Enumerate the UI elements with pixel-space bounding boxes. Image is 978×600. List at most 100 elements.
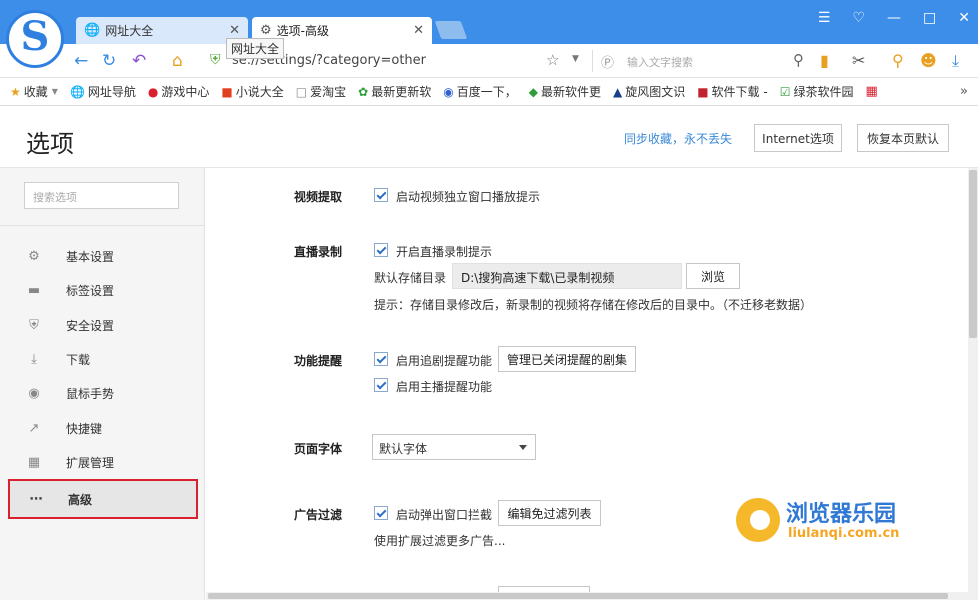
book-icon: ■ <box>221 84 233 99</box>
apps-icon[interactable]: ▦ <box>865 84 877 99</box>
sidebar-item-extensions[interactable]: ▦ 扩展管理 <box>8 445 198 479</box>
new-tab-button[interactable] <box>434 21 468 39</box>
bookmark-item[interactable]: ● 游戏中心 <box>148 83 210 100</box>
sidebar-search-input[interactable]: 搜索选项 <box>24 182 179 209</box>
live-record-checkbox[interactable] <box>374 243 388 257</box>
bookmark-label: 网址导航 <box>87 85 136 99</box>
watermark-logo-icon <box>736 498 780 542</box>
streamer-reminder-checkbox[interactable] <box>374 378 388 392</box>
sidebar-item-label: 鼠标手势 <box>66 386 115 401</box>
bookmark-label: 最新更新软 <box>371 85 432 99</box>
checkbox-label: 启动弹出窗口拦截 <box>396 508 493 522</box>
scrollbar-thumb[interactable] <box>208 593 948 599</box>
vertical-scrollbar[interactable] <box>968 168 978 592</box>
sidebar: 搜索选项 ⚙ 基本设置 ▬ 标签设置 ⛨ 安全设置 ⤓ 下载 ◉ 鼠标手势 ↗ … <box>0 168 205 600</box>
bookmark-label: 最新软件更 <box>540 85 601 99</box>
refresh-icon[interactable]: ↻ <box>102 51 116 71</box>
internet-options-button[interactable]: Internet选项 <box>754 124 842 152</box>
tab-icon: ▬ <box>27 282 41 298</box>
storage-dir-input[interactable]: D:\搜狗高速下载\已录制视频 <box>452 263 682 289</box>
bird-icon: ▲ <box>612 84 623 99</box>
scrollbar-thumb[interactable] <box>969 170 977 338</box>
gear-icon: ⚙ <box>28 248 40 264</box>
sidebar-item-tabs[interactable]: ▬ 标签设置 <box>8 273 198 307</box>
bookmark-item[interactable]: ■ 小说大全 <box>221 83 283 100</box>
paw-icon: ◉ <box>443 84 454 99</box>
bookmark-item[interactable]: □ 爱淘宝 <box>296 83 346 100</box>
search-icon[interactable]: ⚲ <box>793 51 804 69</box>
bookmark-item[interactable]: ■ 软件下载 - <box>697 83 768 100</box>
sidebar-item-mouse-gestures[interactable]: ◉ 鼠标手势 <box>8 376 198 410</box>
notebook-icon[interactable]: ▮ <box>820 51 829 70</box>
download-icon[interactable]: ⤓ <box>952 51 959 71</box>
sidebar-item-basic[interactable]: ⚙ 基本设置 <box>8 239 198 273</box>
horizontal-scrollbar[interactable] <box>206 592 978 600</box>
sidebar-item-download[interactable]: ⤓ 下载 <box>8 342 198 376</box>
checkbox-label: 启动视频独立窗口播放提示 <box>396 190 541 204</box>
restore-defaults-button[interactable]: 恢复本页默认 <box>857 124 949 152</box>
grid-icon: ▦ <box>27 454 41 470</box>
edit-whitelist-button[interactable]: 编辑免过滤列表 <box>498 500 601 526</box>
close-icon[interactable]: ✕ <box>229 23 240 38</box>
sidebar-item-label: 高级 <box>68 492 93 507</box>
b3-icon: ■ <box>697 84 709 99</box>
checkbox-label: 启用追剧提醒功能 <box>396 354 493 368</box>
shield-icon: ⛨ <box>210 52 221 68</box>
bookmark-label: 旋风图文识 <box>625 85 686 99</box>
storage-dir-label: 默认存储目录 <box>374 271 447 285</box>
chevron-down-icon[interactable]: ▼ <box>572 54 579 64</box>
smile-icon[interactable]: ☻ <box>920 51 937 70</box>
leaf-icon: ✿ <box>358 84 369 99</box>
bookmark-item[interactable]: ▲ 旋风图文识 <box>613 83 685 100</box>
drama-reminder-checkbox[interactable] <box>374 352 388 366</box>
bookmark-item[interactable]: ✿ 最新更新软 <box>358 83 431 100</box>
search-box[interactable]: Ⓟ 输入文字搜索 ⚲ <box>592 50 806 72</box>
bookmark-favorites[interactable]: ★ 收藏 ▼ <box>10 83 58 100</box>
sync-link[interactable]: 同步收藏，永不丢失 <box>624 130 732 147</box>
close-icon[interactable]: ✕ <box>413 23 424 38</box>
sidebar-item-shortcuts[interactable]: ↗ 快捷键 <box>8 411 198 445</box>
browser-logo[interactable]: S <box>6 10 64 68</box>
scissors-icon[interactable]: ✂ <box>852 51 865 70</box>
tab-tooltip: 网址大全 <box>226 38 285 59</box>
menu-icon[interactable]: ☰ <box>818 10 831 26</box>
browse-button[interactable]: 浏览 <box>686 263 740 289</box>
maximize-icon[interactable]: □ <box>923 10 936 26</box>
bookmark-item[interactable]: ◆ 最新软件更 <box>529 83 601 100</box>
skin-icon[interactable]: ♡ <box>852 10 865 26</box>
bookmark-label: 爱淘宝 <box>310 85 347 99</box>
bookmark-label: 收藏 <box>23 85 48 99</box>
sidebar-item-security[interactable]: ⛨ 安全设置 <box>8 308 198 342</box>
home-icon[interactable]: ⌂ <box>172 51 183 71</box>
chevron-down-icon: ▼ <box>51 87 58 96</box>
section-label-video: 视频提取 <box>294 190 343 204</box>
mouse-icon: ◉ <box>28 385 40 401</box>
page-icon: □ <box>295 84 308 99</box>
star-icon[interactable]: ☆ <box>546 51 559 69</box>
key-icon[interactable]: ⚲ <box>892 51 904 70</box>
shield-icon: ⛨ <box>29 317 39 333</box>
more-bookmarks-icon[interactable]: » <box>960 84 968 99</box>
section-label-font: 页面字体 <box>294 442 343 456</box>
sidebar-item-advanced[interactable]: ⋯ 高级 <box>8 479 198 519</box>
back-icon[interactable]: ← <box>74 51 88 71</box>
bookmark-item[interactable]: ◉ 百度一下， <box>443 83 517 100</box>
bookmark-item[interactable]: ☑ 绿茶软件园 <box>780 83 854 100</box>
gear-icon: ⚙ <box>260 23 272 38</box>
close-window-icon[interactable]: ✕ <box>958 10 970 26</box>
adblock-note: 使用扩展过滤更多广告... <box>374 534 506 548</box>
shortcut-icon: ↗ <box>28 420 40 436</box>
undo-icon[interactable]: ↶ <box>132 51 146 71</box>
minimize-icon[interactable]: — <box>887 10 901 26</box>
section-label-reminder: 功能提醒 <box>294 354 343 368</box>
video-popup-checkbox[interactable] <box>374 188 388 202</box>
tab-url-directory[interactable]: 🌐 网址大全 ✕ <box>76 17 248 44</box>
search-input[interactable]: 输入文字搜索 <box>627 54 693 70</box>
bookmark-item[interactable]: 🌐 网址导航 <box>70 83 136 100</box>
font-select[interactable]: 默认字体 <box>372 434 536 460</box>
section-label-adblock: 广告过滤 <box>294 508 343 522</box>
popup-block-checkbox[interactable] <box>374 506 388 520</box>
search-engine-icon[interactable]: Ⓟ <box>601 52 614 71</box>
manage-closed-reminders-button[interactable]: 管理已关闭提醒的剧集 <box>498 346 636 372</box>
navigation-bar: ← ↻ ↶ ⌂ ⛨ se://settings/?category=other … <box>0 44 978 78</box>
